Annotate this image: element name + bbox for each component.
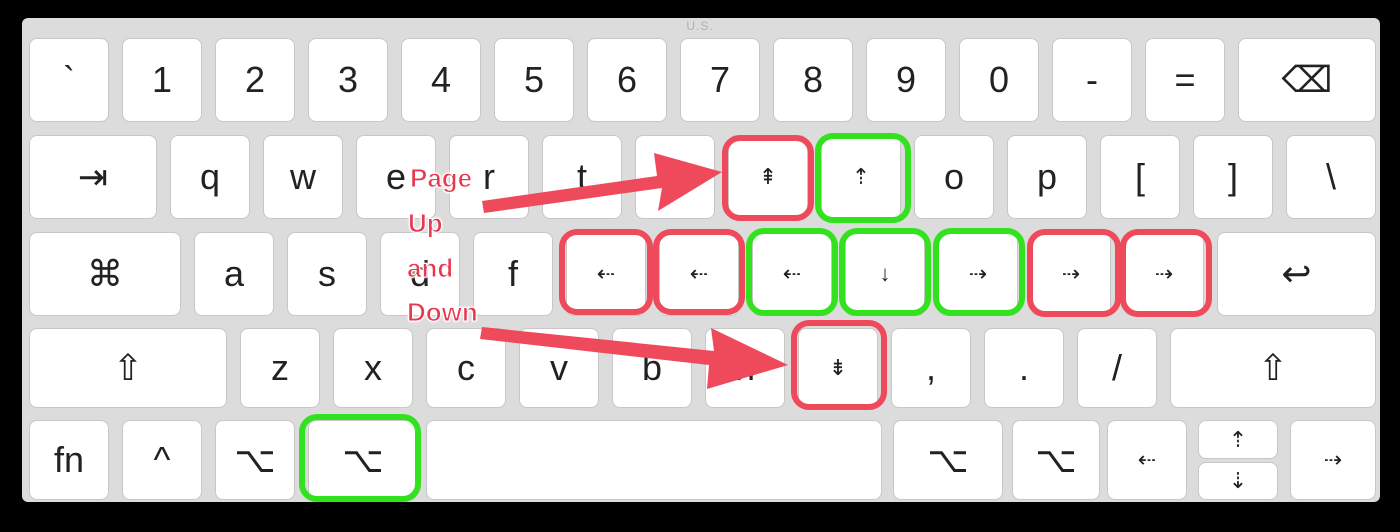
arrow-to-page-down [480, 327, 788, 389]
arrow-to-page-up [482, 153, 722, 213]
annotation-down: Down [407, 297, 479, 328]
annotation-and: and [406, 253, 454, 284]
annotation-page: Page [409, 163, 473, 194]
annotation-arrows [480, 153, 788, 389]
annotation-up: Up [408, 208, 444, 239]
